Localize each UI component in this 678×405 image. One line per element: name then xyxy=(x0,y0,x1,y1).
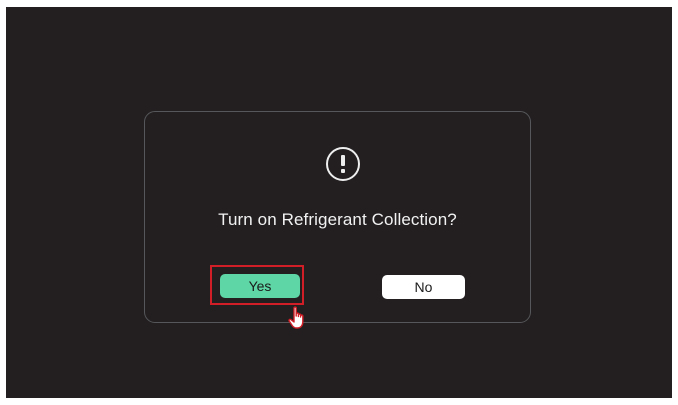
dialog-message: Turn on Refrigerant Collection? xyxy=(218,210,457,229)
exclamation-circle-icon xyxy=(326,147,360,181)
screen: Turn on Refrigerant Collection? Yes No xyxy=(6,7,672,398)
no-button[interactable]: No xyxy=(382,275,465,299)
confirm-dialog: Turn on Refrigerant Collection? Yes No xyxy=(144,111,531,323)
hand-pointer-icon xyxy=(288,306,304,329)
yes-button[interactable]: Yes xyxy=(220,274,300,298)
